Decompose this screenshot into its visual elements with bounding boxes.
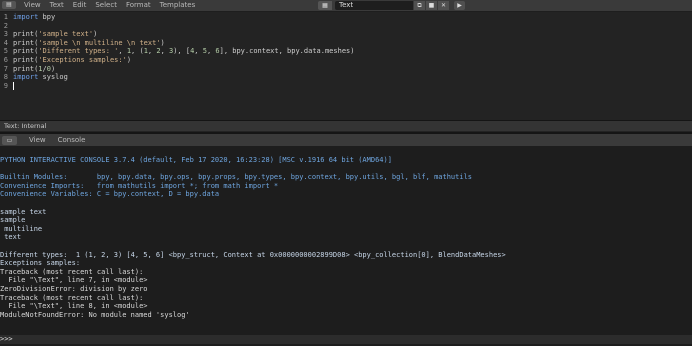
python-console-header: ▭ View Console [0,132,692,146]
code-line[interactable]: 3 print('sample text') [0,30,692,39]
line-number: 5 [3,47,8,56]
code-token: ), [ [173,47,191,56]
code-line[interactable]: 5 print('Different types: ', 1, (1, 2, 3)… [0,47,692,56]
console-line: Traceback (most recent call last): [0,293,144,302]
code-text: print(1/0) [13,65,55,74]
code-token: ], bpy.context, bpy.data.meshes) [219,47,355,56]
menu-text[interactable]: Text [50,0,64,11]
code-token: , ( [131,47,144,56]
code-token: ) [50,64,56,73]
text-editor-menu: View Text Edit Select Format Templates [24,0,195,11]
console-line: sample [0,216,26,225]
code-line[interactable]: 2 [0,22,692,31]
console-input-row[interactable]: >>> [0,335,692,344]
console-line: multiline [0,224,43,233]
line-number: 3 [3,30,8,39]
code-token: print( [13,64,39,73]
new-text-icon[interactable]: ⧉ [414,1,425,10]
code-token: print( [13,56,39,64]
code-line[interactable]: 1 import bpy [0,13,692,22]
text-status-label: Text: Internal [4,122,47,130]
code-token: , [194,47,203,56]
code-line[interactable]: 9 [0,82,692,91]
line-number: 7 [3,64,8,73]
console-line: Convenience Imports: from mathutils impo… [0,181,279,190]
menu-select[interactable]: Select [95,0,117,11]
line-number: 6 [3,56,8,64]
code-token: import [13,13,39,21]
console-line: ZeroDivisionError: division by zero [0,285,148,293]
code-text: print('Exceptions samples:') [13,56,131,65]
code-token: 'sample text' [38,30,94,39]
menu-templates[interactable]: Templates [160,0,196,11]
console-line: ModuleNotFoundError: No module named 'sy… [0,310,190,319]
menu-format[interactable]: Format [126,0,151,11]
code-token: 'sample \n multiline \n text' [38,38,161,47]
console-line: PYTHON INTERACTIVE CONSOLE 3.7.4 (defaul… [0,156,392,164]
console-line: File "\Text", line 7, in <module> [0,276,148,285]
code-text: import bpy [13,13,55,22]
code-text: print('Different types: ', 1, (1, 2, 3),… [13,47,354,56]
line-number: 2 [3,21,8,30]
run-script-icon[interactable]: ▶ [454,1,465,10]
console-menu-view[interactable]: View [29,134,46,146]
line-number: 8 [3,73,8,82]
console-line: text [0,233,22,242]
python-console-area[interactable]: PYTHON INTERACTIVE CONSOLE 3.7.4 (defaul… [0,146,692,346]
text-editor-header: ▤ View Text Edit Select Format Templates… [0,0,692,12]
console-menu-console[interactable]: Console [58,134,86,146]
open-folder-icon[interactable]: ■ [426,1,437,10]
line-number: 4 [3,38,8,47]
editor-type-icon[interactable]: ▤ [2,1,16,9]
line-number: 9 [3,81,8,90]
text-cursor [13,82,14,91]
console-line: Different types: 1 (1, 2, 3) [4, 5, 6] <… [0,250,506,259]
code-token: ) [126,56,132,64]
code-token: 'Different types: ' [38,47,119,56]
console-prompt: >>> [0,335,17,343]
console-menu: View Console [29,134,85,146]
text-datablock-selector: ▦ Text ⧉ ■ ✕ ▶ [318,1,465,10]
menu-view[interactable]: View [24,0,41,11]
console-line: Builtin Modules: bpy, bpy.data, bpy.ops,… [0,173,473,182]
code-token: print( [13,30,39,39]
text-editor-footer: Text: Internal [0,120,692,131]
unlink-close-icon[interactable]: ✕ [438,1,449,10]
code-token: , [160,47,169,56]
code-token: 'Exceptions samples:' [38,56,127,64]
code-token: bpy [38,13,56,21]
code-text: import syslog [13,73,68,82]
code-token: syslog [38,73,68,82]
console-line: Exceptions samples: [0,259,81,268]
code-token: ) [160,38,165,47]
console-line: Traceback (most recent call last): [0,267,144,276]
console-editor-type-icon[interactable]: ▭ [2,136,17,145]
text-editor-area[interactable]: 1 import bpy 2 3 print('sample text') 4 print(… [0,12,692,120]
line-number: 1 [3,13,8,21]
text-browse-icon[interactable]: ▦ [318,1,332,10]
code-text: print('sample \n multiline \n text') [13,39,165,48]
code-line[interactable]: 8 import syslog [0,73,692,82]
text-name-field[interactable]: Text [335,1,413,10]
code-token: , [118,47,127,56]
code-line[interactable]: 7 print(1/0) [0,65,692,74]
code-line[interactable]: 4 print('sample \n multiline \n text') [0,39,692,48]
code-text: print('sample text') [13,30,97,39]
console-line: Convenience Variables: C = bpy.context, … [0,190,220,199]
code-token: ) [93,30,98,39]
console-line: File "\Text", line 8, in <module> [0,302,148,311]
code-token: print( [13,47,39,56]
code-token: print( [13,38,39,47]
menu-edit[interactable]: Edit [73,0,87,11]
console-line: sample text [0,207,47,216]
code-token: import [13,73,39,82]
code-line[interactable]: 6 print('Exceptions samples:') [0,56,692,65]
